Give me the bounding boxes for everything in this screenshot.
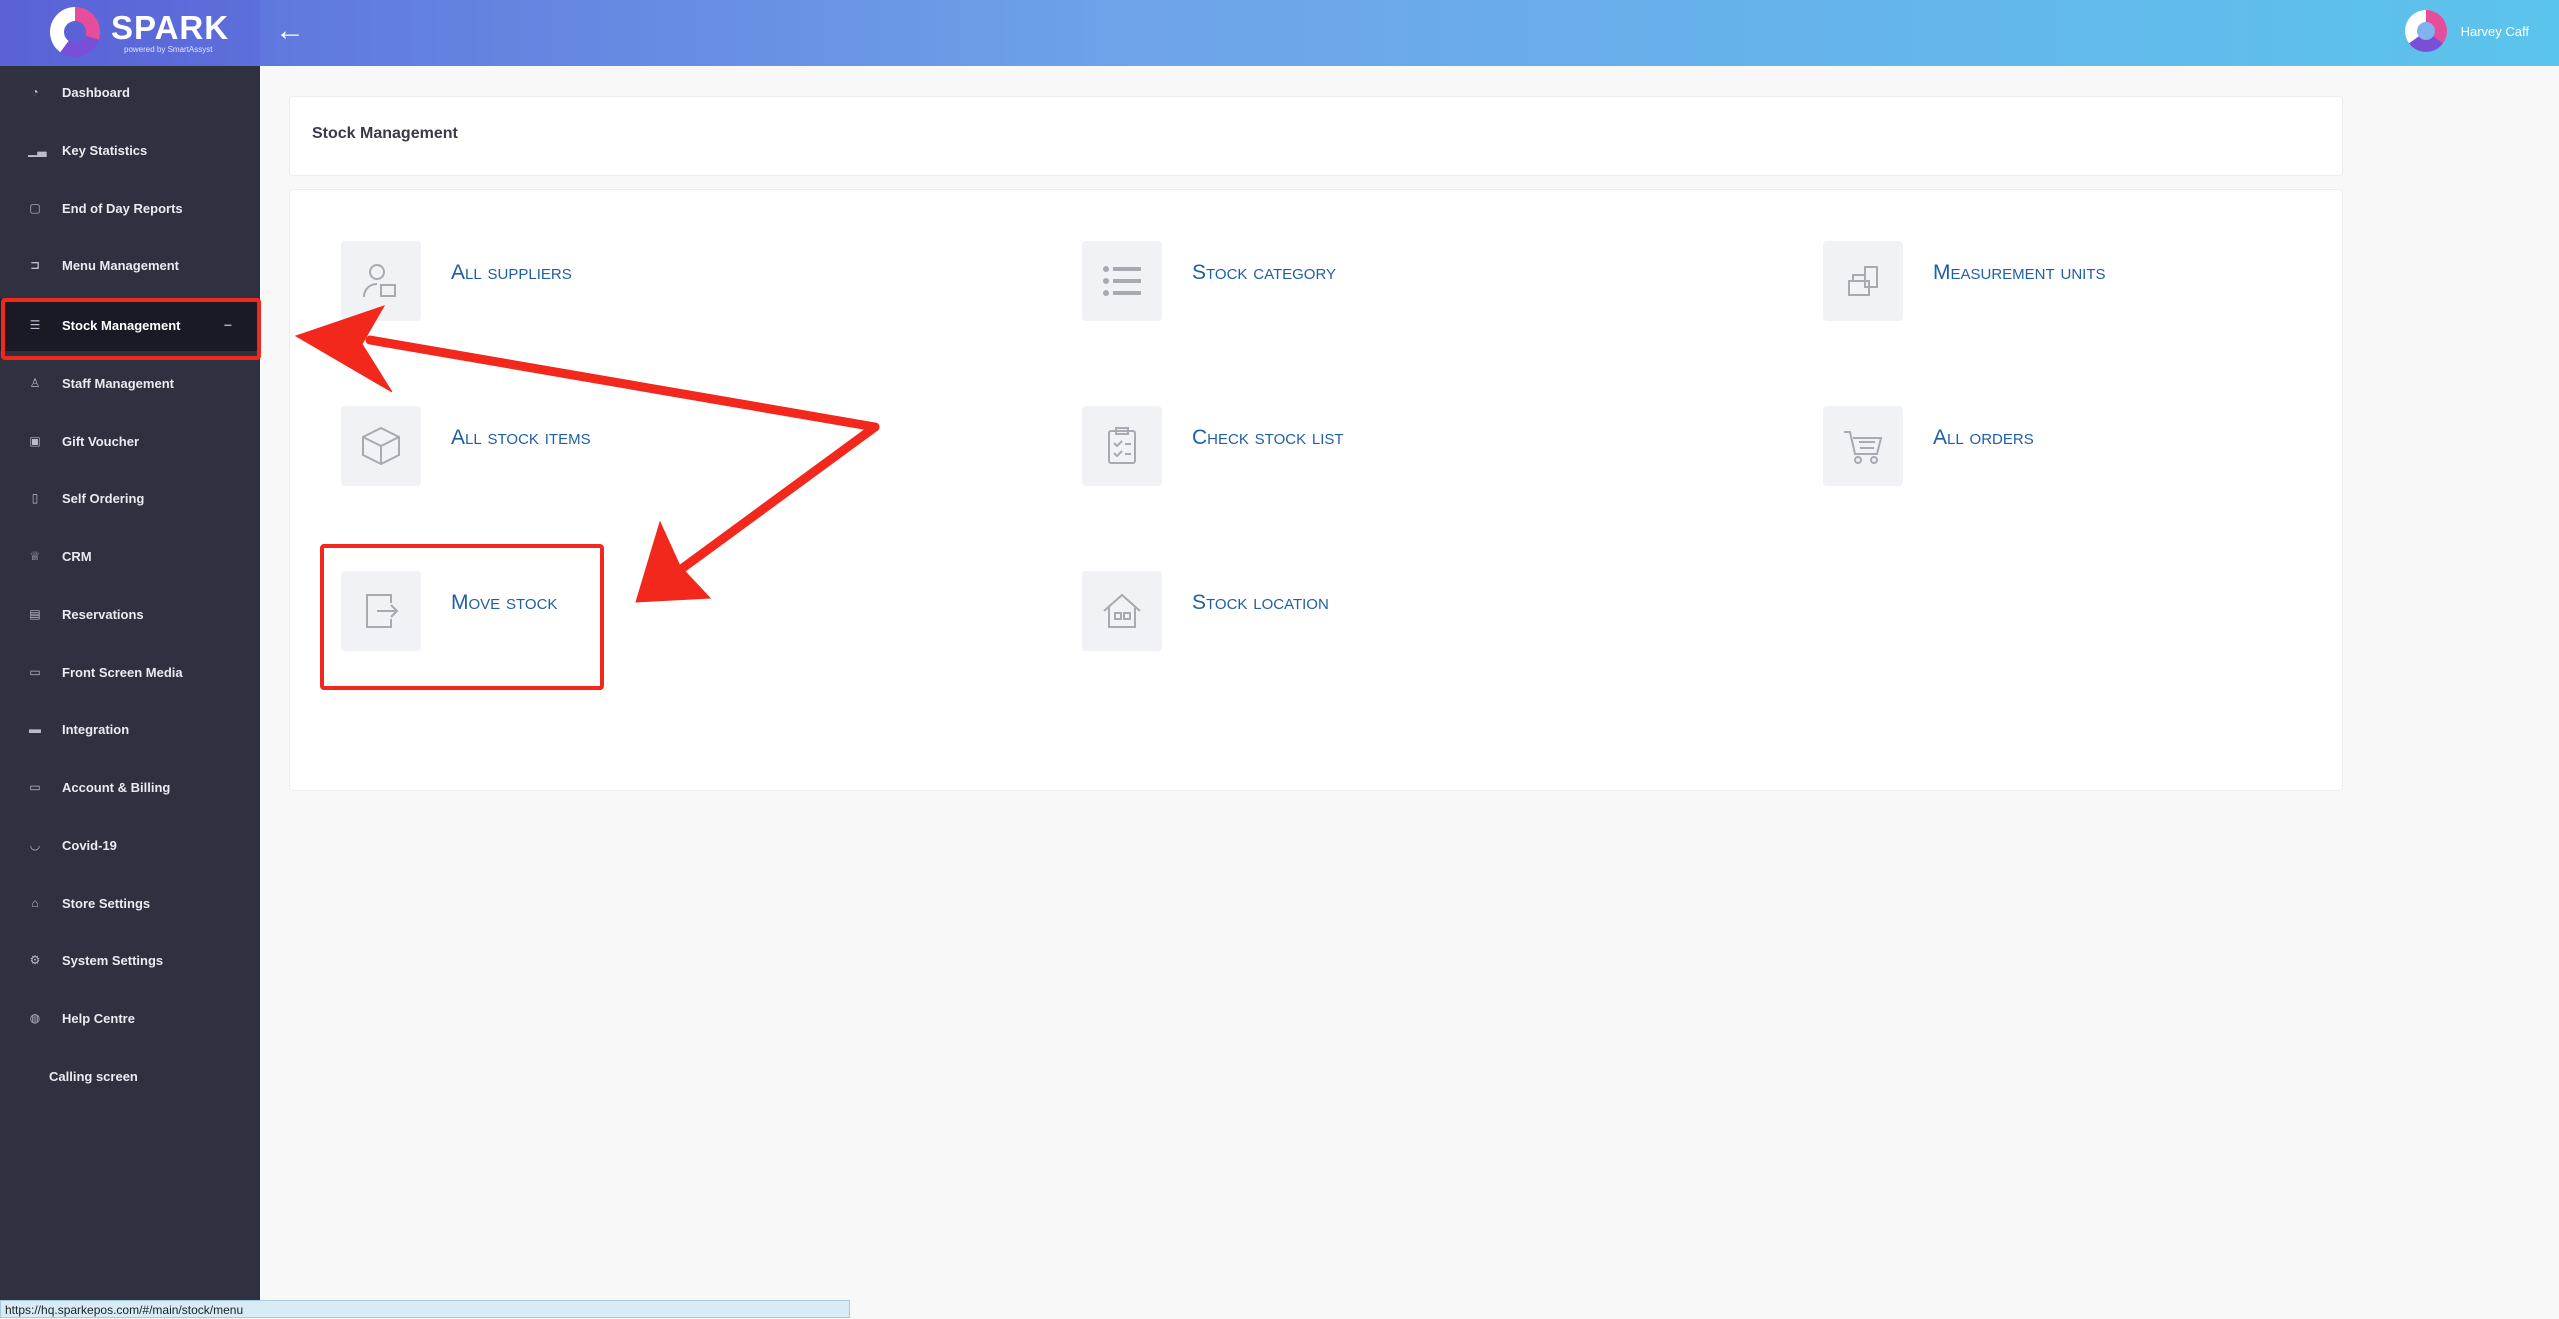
sidebar-item-stock-management[interactable]: ☰ Stock Management − xyxy=(0,299,260,351)
sidebar-item-calling-screen[interactable]: Calling screen xyxy=(0,1050,260,1102)
page-title-card: Stock Management xyxy=(289,96,2343,176)
wallet-icon: ▭ xyxy=(29,780,41,794)
crown-icon: ♕ xyxy=(29,549,41,563)
user-menu[interactable]: Harvey Caff xyxy=(2404,10,2529,52)
cart-icon: ⊐ xyxy=(29,258,41,272)
box-icon xyxy=(341,406,421,486)
sidebar-item-staff-management[interactable]: ♙ Staff Management xyxy=(0,357,260,409)
sidebar-item-label: Store Settings xyxy=(62,895,151,911)
arrow-left-icon[interactable]: ← xyxy=(275,14,305,48)
tablet-icon: ▯ xyxy=(31,491,39,505)
sidebar-item-label: Menu Management xyxy=(62,257,180,273)
sidebar-item-crm[interactable]: ♕ CRM xyxy=(0,530,260,582)
tile-label: All suppliers xyxy=(451,261,572,284)
card-icon: ▬ xyxy=(29,722,41,736)
tile-all-orders[interactable]: All orders xyxy=(1823,406,2034,486)
top-header: SPARK powered by SmartAssyst ← Harvey Ca… xyxy=(0,0,2559,66)
brand-name: SPARK xyxy=(111,9,230,46)
shopping-cart-icon xyxy=(1823,406,1903,486)
page-title: Stock Management xyxy=(312,125,458,142)
sidebar-item-label: Staff Management xyxy=(62,375,174,391)
scale-icon xyxy=(1823,241,1903,321)
sidebar-item-label: Dashboard xyxy=(62,84,130,100)
move-stock-icon xyxy=(341,571,421,651)
laptop-icon: ▭ xyxy=(29,665,41,679)
calendar-icon: ▤ xyxy=(29,607,41,621)
globe-icon: ◍ xyxy=(29,1011,41,1025)
sidebar-item-front-screen-media[interactable]: ▭ Front Screen Media xyxy=(0,646,260,698)
sidebar-item-label: Self Ordering xyxy=(62,490,145,506)
sidebar-item-label: System Settings xyxy=(62,952,164,968)
user-avatar xyxy=(2404,10,2447,52)
sidebar-item-menu-management[interactable]: ⊐ Menu Management xyxy=(0,239,260,291)
gift-icon: ▣ xyxy=(29,434,41,448)
tile-label: Measurement units xyxy=(1933,261,2106,284)
collapse-icon[interactable]: − xyxy=(224,317,232,333)
supplier-icon xyxy=(341,241,421,321)
tile-stock-category[interactable]: Stock category xyxy=(1082,241,1336,321)
sidebar-item-reservations[interactable]: ▤ Reservations xyxy=(0,588,260,640)
tile-move-stock[interactable]: Move stock xyxy=(341,571,557,651)
database-icon: ☰ xyxy=(29,318,41,332)
tile-stock-location[interactable]: Stock location xyxy=(1082,571,1329,651)
home-icon: ⌂ xyxy=(31,896,39,910)
sidebar-item-dashboard[interactable]: ◔ Dashboard xyxy=(0,66,260,118)
house-icon xyxy=(1082,571,1162,651)
logo-area[interactable]: SPARK powered by SmartAssyst xyxy=(0,0,260,66)
sidebar-item-label: Account & Billing xyxy=(62,779,171,795)
gear-icon: ⚙ xyxy=(29,953,41,967)
sidebar-item-store-settings[interactable]: ⌂ Store Settings xyxy=(0,877,260,929)
sidebar-item-label: End of Day Reports xyxy=(62,200,183,216)
sidebar-item-label: Front Screen Media xyxy=(62,664,183,680)
tile-check-stock-list[interactable]: Check stock list xyxy=(1082,406,1344,486)
tile-label: Stock category xyxy=(1192,261,1337,284)
sidebar-item-self-ordering[interactable]: ▯ Self Ordering xyxy=(0,472,260,524)
tile-all-stock-items[interactable]: All stock items xyxy=(341,406,591,486)
sidebar-item-integration[interactable]: ▬ Integration xyxy=(0,703,260,755)
tile-label: All orders xyxy=(1933,426,2034,449)
sidebar-item-label: Gift Voucher xyxy=(62,433,140,449)
clipboard-check-icon xyxy=(1082,406,1162,486)
tile-label: All stock items xyxy=(451,426,591,449)
user-name: Harvey Caff xyxy=(2460,23,2529,39)
sidebar-item-gift-voucher[interactable]: ▣ Gift Voucher xyxy=(0,415,260,467)
dashboard-icon: ◔ xyxy=(31,85,39,99)
sidebar-item-label: Reservations xyxy=(62,606,144,622)
stock-menu-panel: All suppliers Stock category Measurement… xyxy=(289,189,2343,791)
tile-label: Move stock xyxy=(451,591,558,614)
sidebar-item-account-billing[interactable]: ▭ Account & Billing xyxy=(0,761,260,813)
tile-measurement-units[interactable]: Measurement units xyxy=(1823,241,2106,321)
sidebar-item-label: CRM xyxy=(62,548,92,564)
sidebar: ◔ Dashboard ▁▃ Key Statistics ▢ End of Day … xyxy=(0,66,260,1318)
sidebar-item-label: Integration xyxy=(62,721,130,737)
status-bar-url: https://hq.sparkepos.com/#/main/stock/me… xyxy=(0,1300,850,1318)
sidebar-item-label: Help Centre xyxy=(62,1010,135,1026)
brand-subtitle: powered by SmartAssyst xyxy=(124,45,213,54)
tile-all-suppliers[interactable]: All suppliers xyxy=(341,241,572,321)
person-icon: ♙ xyxy=(29,376,41,390)
sidebar-item-label: Covid-19 xyxy=(62,837,117,853)
sidebar-item-label: Stock Management xyxy=(62,317,181,333)
list-icon xyxy=(1082,241,1162,321)
tile-label: Check stock list xyxy=(1192,426,1344,449)
sidebar-item-covid-19[interactable]: ◡ Covid-19 xyxy=(0,819,260,871)
document-icon: ▢ xyxy=(29,201,41,215)
tile-label: Stock location xyxy=(1192,591,1329,614)
sidebar-item-end-of-day-reports[interactable]: ▢ End of Day Reports xyxy=(0,182,260,234)
sidebar-item-label: Calling screen xyxy=(49,1068,138,1084)
spark-logo-icon xyxy=(50,7,100,57)
sidebar-item-key-statistics[interactable]: ▁▃ Key Statistics xyxy=(0,124,260,176)
sidebar-item-help-centre[interactable]: ◍ Help Centre xyxy=(0,992,260,1044)
sidebar-item-system-settings[interactable]: ⚙ System Settings xyxy=(0,934,260,986)
bar-chart-icon: ▁▃ xyxy=(28,143,47,157)
sidebar-item-label: Key Statistics xyxy=(62,142,148,158)
shield-icon: ◡ xyxy=(30,838,40,852)
